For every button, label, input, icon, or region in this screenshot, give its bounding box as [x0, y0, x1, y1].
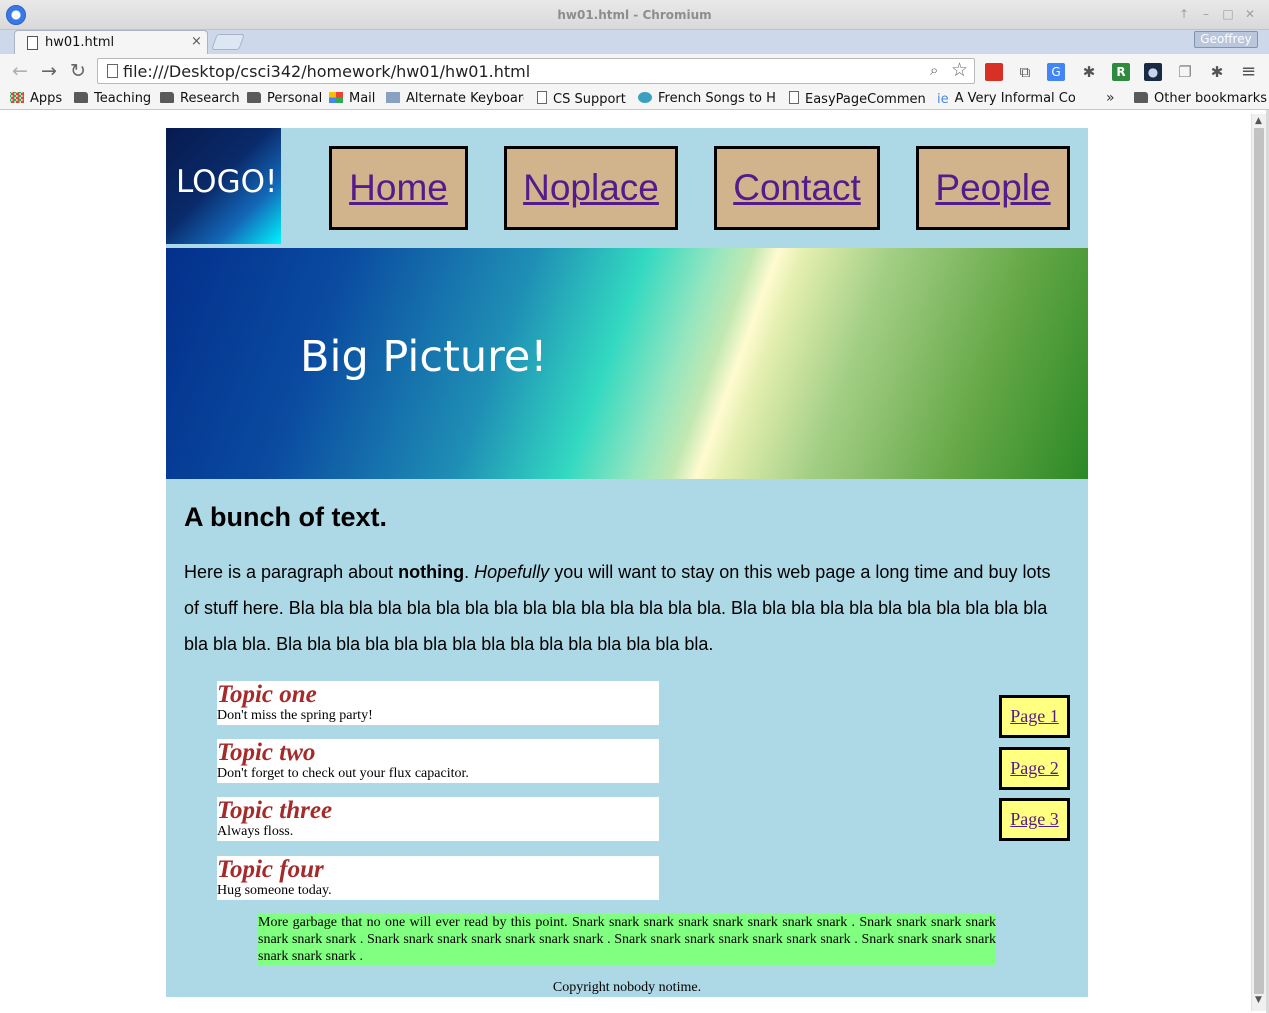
topic-desc: Don't miss the spring party!	[217, 708, 373, 723]
folder-icon	[1134, 92, 1148, 103]
bookmark-alternate-keyboards[interactable]: Alternate Keyboards	[386, 91, 524, 108]
italic-hopefully: Hopefully	[474, 562, 550, 582]
cast-icon[interactable]: ⧉	[1016, 63, 1034, 81]
topic-title: Topic four	[217, 856, 324, 883]
url-text[interactable]: file:///Desktop/csci342/homework/hw01/hw…	[123, 62, 530, 81]
chrome-menu-icon[interactable]: ≡	[1241, 61, 1256, 82]
topic-title: Topic two	[217, 739, 316, 766]
mail-icon	[329, 92, 343, 103]
scroll-down-arrow-icon[interactable]: ▼	[1255, 995, 1262, 1005]
folder-icon	[247, 92, 261, 103]
nav-contact-link[interactable]: Contact	[733, 167, 861, 208]
page-3-link[interactable]: Page 3	[1010, 809, 1059, 829]
copyright-footer: Copyright nobody notime.	[552, 980, 702, 995]
r-ext-icon[interactable]: R	[1112, 63, 1130, 81]
topic-three: Topic three Always floss.	[217, 797, 659, 841]
topic-desc: Hug someone today.	[217, 883, 332, 898]
page-2-button[interactable]: Page 2	[999, 747, 1070, 790]
bookmark-personal[interactable]: Personal	[247, 91, 322, 108]
scroll-up-arrow-icon[interactable]: ▲	[1255, 116, 1262, 126]
nav-home-link[interactable]: Home	[349, 167, 448, 208]
hero-banner: Big Picture!	[166, 248, 1088, 479]
bookmark-easypagecomments[interactable]: EasyPageComments	[789, 91, 925, 108]
window-titlebar: hw01.html - Chromium ↑ – □ ✕	[0, 0, 1269, 30]
keyboard-icon	[386, 92, 400, 103]
intro-paragraph: Here is a paragraph about nothing. Hopef…	[184, 562, 1051, 654]
folder-icon	[74, 92, 88, 103]
tab-hw01[interactable]: hw01.html ×	[14, 30, 208, 55]
page-2-link[interactable]: Page 2	[1010, 758, 1059, 778]
forward-button[interactable]: →	[38, 60, 60, 82]
back-button[interactable]: ←	[9, 60, 31, 82]
keep-above-button[interactable]: ↑	[1176, 7, 1192, 21]
bookmarks-bar: Apps Teaching Research Personal Mail Alt…	[0, 88, 1269, 110]
nav-home-button[interactable]: Home	[329, 146, 468, 230]
topic-two: Topic two Don't forget to check out your…	[217, 739, 659, 783]
zoom-icon[interactable]: ⌕	[930, 61, 938, 79]
hero-text: Big Picture!	[300, 332, 548, 382]
page-1-link[interactable]: Page 1	[1010, 706, 1059, 726]
logo-text: LOGO!	[176, 164, 278, 200]
bookmark-cs-support[interactable]: CS Support	[537, 91, 626, 108]
bookmark-informal-con[interactable]: ie A Very Informal Con	[937, 91, 1075, 108]
bookmark-star-icon[interactable]: ☆	[951, 59, 968, 81]
page-icon	[107, 64, 118, 78]
topic-title: Topic three	[217, 797, 333, 824]
browser-toolbar: ← → ↻ file:///Desktop/csci342/homework/h…	[0, 54, 1269, 88]
document-icon	[27, 36, 38, 50]
topic-desc: Don't forget to check out your flux capa…	[217, 766, 469, 781]
bookmarks-overflow-button[interactable]: »	[1106, 90, 1115, 106]
bookmark-other[interactable]: Other bookmarks	[1134, 91, 1267, 108]
new-tab-button[interactable]	[211, 34, 245, 50]
bookmark-research[interactable]: Research	[160, 91, 240, 108]
puzzle-icon[interactable]: ✱	[1080, 63, 1098, 81]
topic-four: Topic four Hug someone today.	[217, 856, 659, 900]
bookmark-apps[interactable]: Apps	[10, 91, 62, 108]
bold-nothing: nothing	[398, 562, 465, 582]
window-title: hw01.html - Chromium	[557, 8, 712, 22]
tab-close-icon[interactable]: ×	[191, 34, 202, 49]
page-heading: A bunch of text.	[184, 502, 387, 532]
tab-strip: hw01.html × Geoffrey	[0, 30, 1269, 55]
address-bar[interactable]: file:///Desktop/csci342/homework/hw01/hw…	[97, 58, 975, 84]
vertical-scrollbar[interactable]: ▲ ▼	[1251, 114, 1266, 1011]
folder-icon	[160, 92, 174, 103]
page-icon	[789, 91, 799, 104]
page-icon	[537, 91, 547, 104]
profile-button[interactable]: Geoffrey	[1194, 31, 1258, 48]
puzzle2-icon[interactable]: ✱	[1208, 63, 1226, 81]
bookmark-teaching[interactable]: Teaching	[74, 91, 151, 108]
nav-noplace-link[interactable]: Noplace	[523, 167, 659, 208]
nav-people-button[interactable]: People	[916, 146, 1070, 230]
scroll-thumb[interactable]	[1254, 128, 1264, 994]
topic-desc: Always floss.	[217, 824, 294, 839]
maximize-button[interactable]: □	[1220, 7, 1236, 21]
topic-one: Topic one Don't miss the spring party!	[217, 681, 659, 725]
dark-ext-icon[interactable]: ●	[1144, 63, 1162, 81]
bookmark-ext-icon[interactable]	[985, 63, 1003, 81]
translate-icon[interactable]: G	[1047, 63, 1065, 81]
minimize-button[interactable]: –	[1198, 7, 1214, 21]
ie-icon: ie	[937, 92, 949, 107]
reload-button[interactable]: ↻	[67, 60, 89, 82]
page-3-button[interactable]: Page 3	[999, 798, 1070, 841]
layers-ext-icon[interactable]: ❐	[1176, 63, 1194, 81]
nav-people-link[interactable]: People	[935, 167, 1050, 208]
close-window-button[interactable]: ✕	[1242, 7, 1258, 21]
bookmark-french-songs[interactable]: French Songs to Help	[638, 91, 775, 108]
globe-icon	[638, 92, 652, 103]
page-container: LOGO! Home Noplace Contact People Big Pi…	[166, 128, 1088, 997]
nav-noplace-button[interactable]: Noplace	[504, 146, 678, 230]
bookmark-mail[interactable]: Mail	[329, 91, 375, 108]
topic-title: Topic one	[217, 681, 317, 708]
apps-grid-icon	[10, 92, 24, 103]
tab-title: hw01.html	[45, 35, 115, 50]
page-1-button[interactable]: Page 1	[999, 695, 1070, 738]
nav-contact-button[interactable]: Contact	[714, 146, 880, 230]
logo: LOGO!	[166, 128, 281, 244]
garbage-text-block: More garbage that no one will ever read …	[258, 914, 996, 965]
